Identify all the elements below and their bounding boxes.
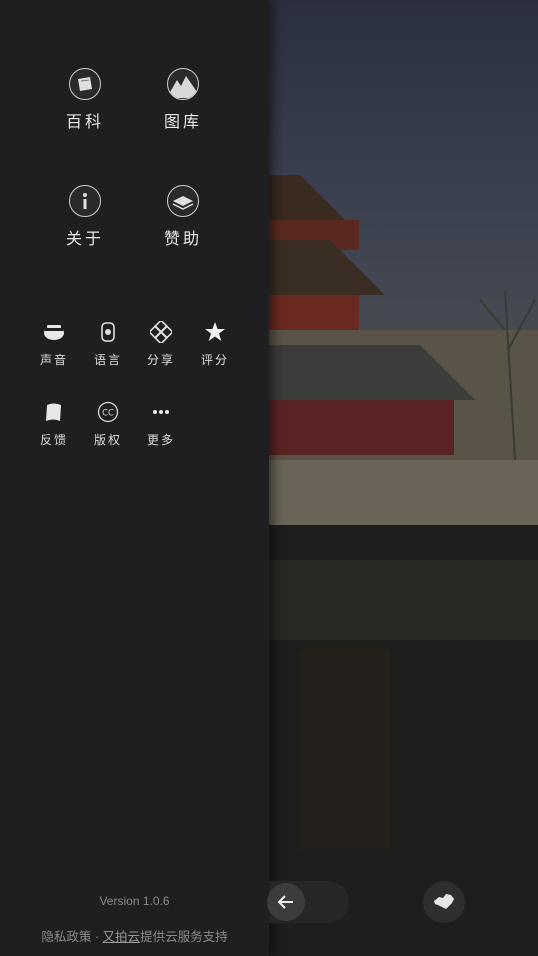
svg-text:CC: CC: [102, 409, 114, 419]
china-map-icon: [434, 894, 454, 909]
encyclopedia-icon: [69, 68, 101, 100]
copyright-icon: CC: [97, 401, 119, 423]
more-icon: [150, 401, 172, 423]
menu-item-copyright[interactable]: CC 版权: [81, 401, 135, 448]
menu-item-gallery[interactable]: 图库: [143, 68, 223, 132]
menu-item-label: 反馈: [39, 433, 68, 447]
menu-item-label: 评分: [200, 353, 229, 367]
info-icon: [69, 185, 101, 217]
footer-credits: 隐私政策 · 又拍云提供云服务支持: [0, 926, 269, 945]
menu-item-about[interactable]: 关于: [45, 185, 125, 249]
share-icon: [150, 321, 172, 343]
menu-item-label: 图库: [163, 112, 202, 131]
menu-item-label: 版权: [93, 433, 122, 447]
menu-item-label: 百科: [65, 112, 104, 131]
china-map-button[interactable]: [423, 881, 465, 923]
version-label: Version 1.0.6: [99, 894, 170, 908]
feedback-icon: [43, 401, 65, 423]
back-arrow-icon[interactable]: [267, 883, 305, 921]
navigation-drawer: 百科 图库 关于 赞助 声音 语言 分享 评分 反馈 CC 版权 更多 Vers…: [0, 0, 269, 956]
menu-item-label: 赞助: [163, 229, 202, 248]
privacy-policy-link[interactable]: 隐私政策: [41, 930, 91, 944]
sponsor-icon: [167, 185, 199, 217]
menu-item-label: 分享: [146, 353, 175, 367]
footer-suffix: 提供云服务支持: [140, 930, 228, 944]
menu-item-label: 声音: [39, 353, 68, 367]
menu-item-encyclopedia[interactable]: 百科: [45, 68, 125, 132]
menu-item-sound[interactable]: 声音: [27, 321, 81, 368]
sound-icon: [43, 321, 65, 343]
upyun-link[interactable]: 又拍云: [103, 930, 141, 944]
language-icon: [97, 321, 119, 343]
menu-item-label: 更多: [146, 433, 175, 447]
menu-item-sponsor[interactable]: 赞助: [143, 185, 223, 249]
menu-item-language[interactable]: 语言: [81, 321, 135, 368]
menu-item-share[interactable]: 分享: [134, 321, 188, 368]
back-pill[interactable]: [267, 881, 349, 923]
star-icon: [204, 321, 226, 343]
gallery-icon: [167, 68, 199, 100]
menu-item-rate[interactable]: 评分: [188, 321, 242, 368]
menu-item-label: 语言: [93, 353, 122, 367]
menu-item-label: 关于: [65, 229, 104, 248]
menu-item-feedback[interactable]: 反馈: [27, 401, 81, 448]
menu-item-more[interactable]: 更多: [134, 401, 188, 448]
footer-separator: ·: [91, 930, 103, 944]
